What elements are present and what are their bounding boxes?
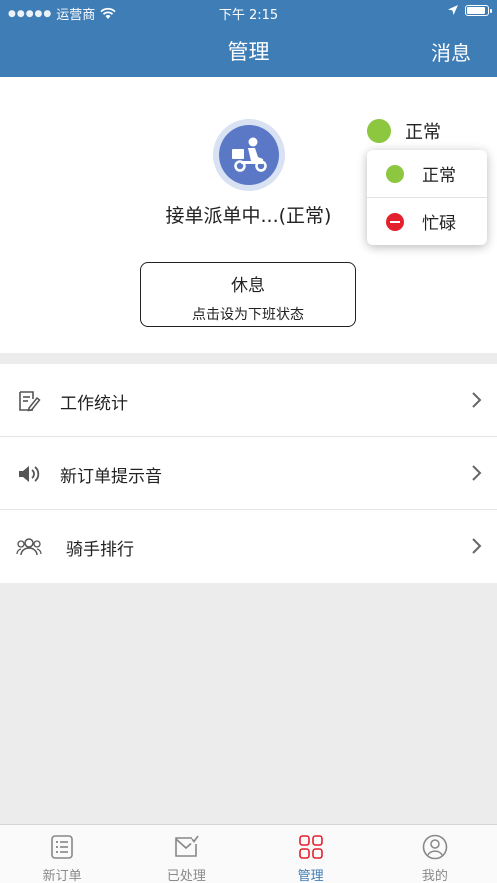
nav-bar: 管理 消息 [0,24,497,77]
location-arrow-icon [448,5,458,15]
edit-note-icon [19,391,41,412]
status-dropdown: 正常 忙碌 [367,150,487,245]
status-right [447,4,492,16]
messages-button[interactable]: 消息 [431,37,471,66]
tab-label: 我的 [421,869,448,883]
battery-icon [465,4,492,16]
list-icon [51,835,73,859]
delivery-scooter-icon [219,125,279,185]
tab-label: 管理 [297,869,324,883]
tab-manage[interactable]: 管理 [249,825,373,883]
status-selector[interactable]: 正常 [367,118,441,144]
menu-item-label: 工作统计 [60,394,128,414]
avatar [213,119,285,191]
checked-mail-icon [175,835,200,857]
page-title: 管理 [227,40,270,64]
clock: 下午 2:15 [218,8,279,23]
current-status-label: 正常 [405,122,441,143]
tab-label: 已处理 [166,869,206,883]
green-dot-icon [386,164,404,183]
tab-label: 新订单 [42,869,82,883]
rest-button[interactable]: 休息 点击设为下班状态 [140,262,356,327]
menu-item-label: 新订单提示音 [60,467,162,487]
menu-item-work-stats[interactable]: 工作统计 [0,364,497,437]
rest-button-subtitle: 点击设为下班状态 [192,307,304,323]
menu-item-label: 骑手排行 [66,540,134,560]
users-icon [16,538,42,556]
chevron-right-icon [472,392,482,408]
status-option-label: 正常 [422,166,456,186]
busy-icon [386,212,404,231]
status-bar: ●●●●● 运营商 下午 2:15 [0,0,497,24]
chevron-right-icon [472,465,482,481]
status-option-busy[interactable]: 忙碌 [367,198,487,245]
status-option-normal[interactable]: 正常 [367,150,487,197]
status-dot-icon [367,119,391,143]
battery-fill [467,6,485,14]
settings-menu: 工作统计 新订单提示音 骑手排行 [0,364,497,583]
menu-item-order-sound[interactable]: 新订单提示音 [0,437,497,510]
tab-processed[interactable]: 已处理 [124,825,248,883]
chevron-right-icon [472,538,482,554]
tab-new-orders[interactable]: 新订单 [0,825,124,883]
grid-icon [298,835,323,859]
rest-button-title: 休息 [231,276,265,296]
status-option-label: 忙碌 [422,214,456,234]
tab-mine[interactable]: 我的 [373,825,497,883]
menu-item-rider-ranking[interactable]: 骑手排行 [0,510,497,583]
user-icon [422,834,448,860]
tab-bar: 新订单 已处理 管理 我的 [0,824,497,883]
speaker-icon [19,466,40,482]
